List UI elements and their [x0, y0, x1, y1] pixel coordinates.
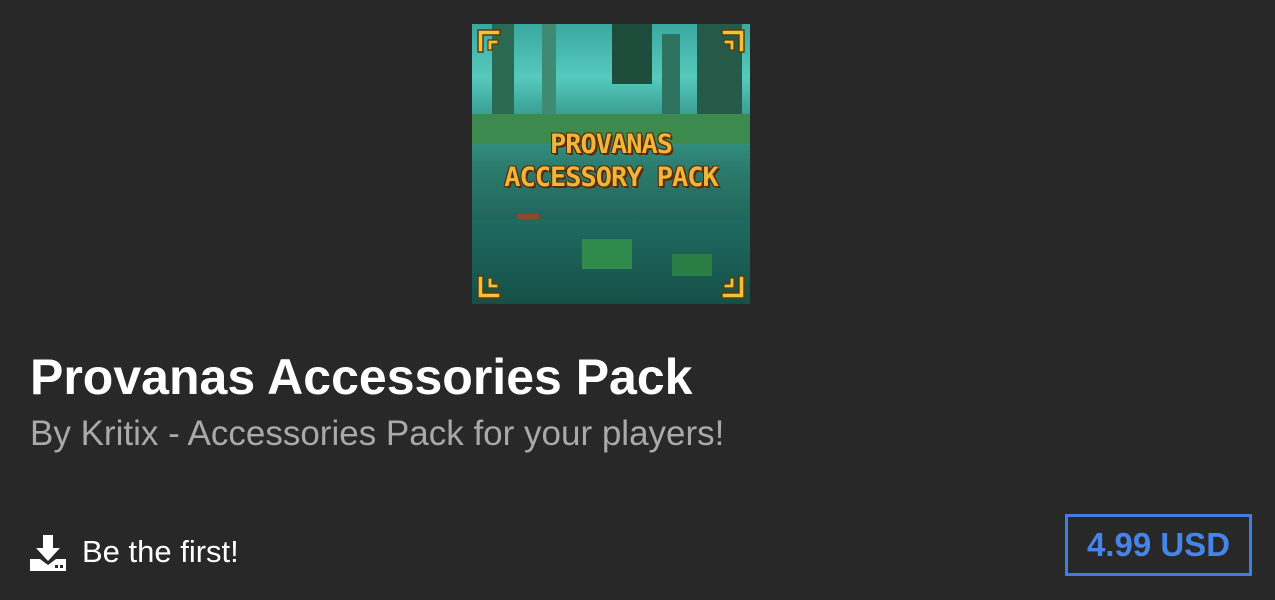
downloads-info: Be the first! — [30, 532, 239, 572]
download-icon — [30, 535, 66, 571]
price-button[interactable]: 4.99 USD — [1065, 514, 1252, 576]
thumbnail-lilypad — [582, 239, 632, 269]
gold-corner-ornament-icon — [477, 275, 501, 299]
product-subtitle: By Kritix - Accessories Pack for your pl… — [30, 414, 725, 453]
thumbnail-art-line-2: ACCESSORY PACK — [504, 162, 719, 193]
product-thumbnail[interactable]: PROVANAS ACCESSORY PACK — [472, 24, 750, 304]
product-title[interactable]: Provanas Accessories Pack — [30, 348, 692, 406]
gold-corner-ornament-icon — [721, 275, 745, 299]
gold-corner-ornament-icon — [477, 29, 501, 53]
gold-corner-ornament-icon — [721, 29, 745, 53]
thumbnail-art-line-1: PROVANAS — [549, 129, 673, 160]
downloads-label: Be the first! — [82, 534, 239, 569]
thumbnail-foliage — [612, 24, 652, 84]
